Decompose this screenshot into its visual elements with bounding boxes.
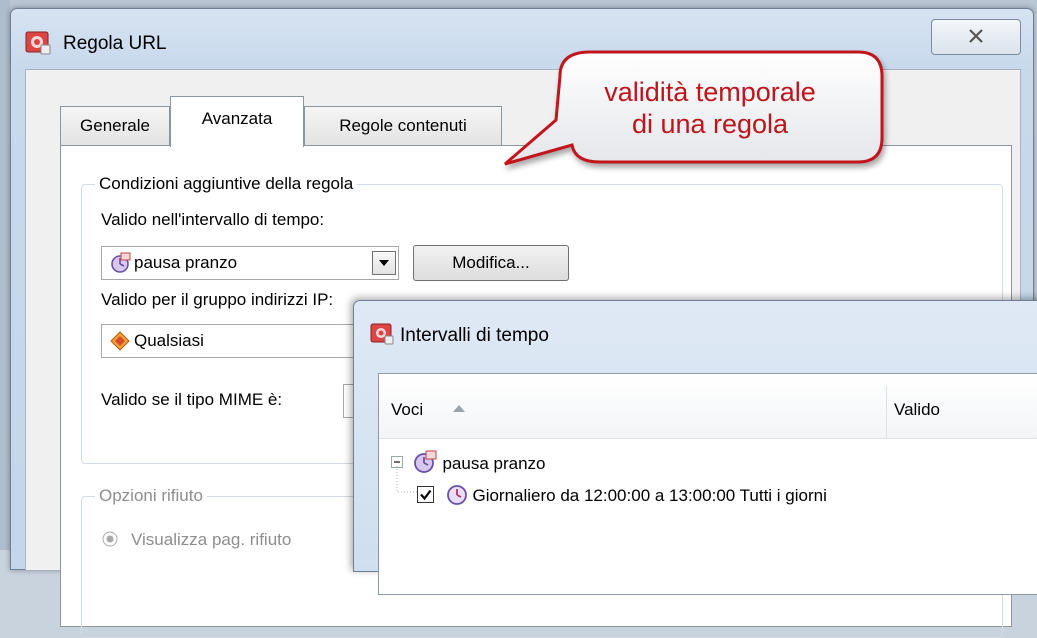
- tab-avanzata[interactable]: Avanzata: [170, 96, 304, 147]
- ip-label: Valido per il gruppo indirizzi IP:: [101, 290, 334, 309]
- intervals-tree-list[interactable]: Voci Valido pausa pranzo Giornaliero da …: [378, 373, 1037, 595]
- tree-parent-label: pausa pranzo: [442, 454, 546, 473]
- close-button[interactable]: [931, 19, 1021, 55]
- tab-label: Avanzata: [201, 109, 273, 128]
- callout-line2: di una regola: [631, 109, 789, 139]
- schedule-icon: [109, 252, 131, 279]
- callout-line1: validità temporale: [604, 77, 816, 107]
- tree-child-row[interactable]: Giornaliero da 12:00:00 a 13:00:00 Tutti…: [417, 484, 827, 506]
- tab-regole-contenuti[interactable]: Regole contenuti: [304, 106, 502, 145]
- time-interval-select[interactable]: pausa pranzo: [101, 246, 399, 280]
- column-valido[interactable]: Valido: [894, 400, 940, 420]
- window-title: Regola URL: [63, 33, 167, 54]
- ip-group-icon: [109, 330, 131, 357]
- checkbox-icon[interactable]: [417, 486, 435, 504]
- time-label: Valido nell'intervallo di tempo:: [101, 210, 325, 229]
- background-window-edge: [0, 0, 10, 550]
- clock-icon: [446, 485, 467, 505]
- mime-label: Valido se il tipo MIME è:: [101, 390, 283, 409]
- radio-icon: [102, 531, 118, 547]
- tab-label: Generale: [80, 116, 150, 135]
- intervalli-window: Intervalli di tempo Voci Valido pausa pr…: [353, 300, 1037, 595]
- column-voci[interactable]: Voci: [391, 400, 423, 420]
- intervals-window-title: Intervalli di tempo: [400, 325, 549, 346]
- time-interval-value: pausa pranzo: [134, 253, 238, 272]
- callout-text: validità temporale di una regola: [560, 76, 860, 140]
- ip-group-value: Qualsiasi: [134, 331, 204, 350]
- close-icon: [969, 29, 983, 43]
- list-header: Voci Valido: [379, 374, 1037, 439]
- app-icon: [370, 323, 394, 350]
- sort-ascending-icon: [453, 405, 465, 412]
- app-icon: [25, 31, 51, 55]
- conditions-legend: Condizioni aggiuntive della regola: [95, 174, 358, 194]
- tab-generale[interactable]: Generale: [60, 106, 170, 145]
- reject-legend: Opzioni rifiuto: [95, 486, 207, 506]
- column-divider[interactable]: [886, 386, 887, 438]
- tree-child-label: Giornaliero da 12:00:00 a 13:00:00 Tutti…: [472, 486, 827, 505]
- reject-page-label: Visualizza pag. rifiuto: [131, 530, 292, 549]
- chevron-down-icon[interactable]: [372, 251, 396, 275]
- modifica-button[interactable]: Modifica...: [413, 245, 569, 281]
- reject-page-radio[interactable]: Visualizza pag. rifiuto: [101, 530, 291, 550]
- tab-label: Regole contenuti: [339, 116, 467, 135]
